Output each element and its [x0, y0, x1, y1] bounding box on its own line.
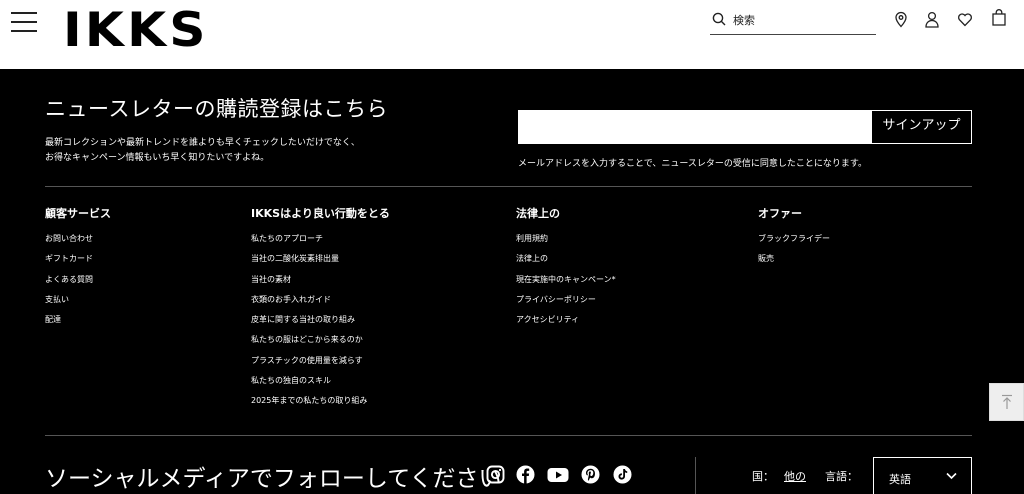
footer-link[interactable]: プラスチックの使用量を減らす [251, 351, 390, 371]
cart-icon[interactable] [991, 9, 1007, 26]
footer-link[interactable]: 2025年までの私たちの取り組み [251, 391, 390, 411]
divider [45, 435, 972, 436]
footer-link[interactable]: 私たちのアプローチ [251, 229, 390, 249]
newsletter-consent: メールアドレスを入力することで、ニュースレターの受信に同意したことになります。 [518, 159, 868, 169]
wishlist-icon[interactable] [957, 11, 973, 28]
instagram-icon[interactable] [486, 465, 505, 484]
account-icon[interactable] [924, 11, 940, 28]
newsletter-description-line: お得なキャンペーン情報もいち早く知りたいですよね。 [45, 153, 270, 163]
search-icon[interactable] [712, 12, 726, 26]
column-title: オファー [758, 207, 802, 220]
country-label: 国： [752, 470, 774, 483]
pinterest-icon[interactable] [581, 465, 600, 484]
footer-link[interactable]: ブラックフライデー [758, 229, 830, 249]
search-input[interactable] [733, 11, 873, 29]
footer-column-legal: 法律上の 利用規約 法律上の 現在実施中のキャンペーン* プライバシーポリシー … [516, 205, 616, 330]
footer-link[interactable]: 現在実施中のキャンペーン* [516, 270, 616, 290]
vertical-divider [695, 457, 696, 494]
newsletter-description: 最新コレクションや最新トレンドを誰よりも早くチェックしたいだけでなく、 お得なキ… [45, 136, 405, 166]
footer-link[interactable]: 当社の素材 [251, 270, 390, 290]
country-selector[interactable]: 他の [784, 468, 806, 484]
footer-link[interactable]: 衣類のお手入れガイド [251, 290, 390, 310]
footer-link[interactable]: 私たちの服はどこから来るのか [251, 330, 390, 350]
language-value: 英語 [889, 473, 911, 486]
footer-link[interactable]: アクセシビリティ [516, 310, 616, 330]
divider [45, 186, 972, 187]
location-icon[interactable] [893, 11, 909, 28]
footer-link[interactable]: 当社の二酸化炭素排出量 [251, 249, 390, 269]
facebook-icon[interactable] [516, 465, 535, 484]
menu-icon[interactable] [11, 12, 37, 33]
footer-link[interactable]: ギフトカード [45, 249, 111, 269]
newsletter-description-line: 最新コレクションや最新トレンドを誰よりも早くチェックしたいだけでなく、 [45, 138, 360, 148]
logo[interactable]: IKKS [63, 3, 209, 59]
footer-link[interactable]: よくある質問 [45, 270, 111, 290]
language-label: 言語： [825, 470, 858, 483]
footer-link[interactable]: 私たちの独自のスキル [251, 371, 390, 391]
column-title: IKKSはより良い行動をとる [251, 207, 390, 220]
newsletter-email-input[interactable] [518, 110, 871, 144]
footer-column-commitments: IKKSはより良い行動をとる 私たちのアプローチ 当社の二酸化炭素排出量 当社の… [251, 205, 390, 412]
footer-link[interactable]: 販売 [758, 249, 830, 269]
column-title: 顧客サービス [45, 207, 111, 220]
social-title: ソーシャルメディアでフォローしてください [45, 466, 502, 492]
site-header: IKKS [0, 0, 1024, 69]
newsletter-title: ニュースレターの購読登録はこちら [45, 97, 388, 121]
signup-button[interactable]: サインアップ [871, 110, 972, 144]
footer-column-customer-service: 顧客サービス お問い合わせ ギフトカード よくある質問 支払い 配達 [45, 205, 111, 330]
back-to-top-button[interactable] [989, 383, 1024, 421]
tiktok-icon[interactable] [613, 465, 632, 484]
site-footer: ニュースレターの購読登録はこちら 最新コレクションや最新トレンドを誰よりも早くチ… [0, 69, 1024, 494]
search-bar [710, 9, 876, 35]
arrow-up-icon [1002, 394, 1012, 409]
chevron-down-icon [946, 472, 957, 480]
footer-link[interactable]: 利用規約 [516, 229, 616, 249]
footer-link[interactable]: 配達 [45, 310, 111, 330]
column-title: 法律上の [516, 207, 560, 220]
footer-link[interactable]: 法律上の [516, 249, 616, 269]
footer-link[interactable]: 皮革に関する当社の取り組み [251, 310, 390, 330]
footer-link[interactable]: プライバシーポリシー [516, 290, 616, 310]
youtube-icon[interactable] [547, 465, 569, 484]
footer-link[interactable]: お問い合わせ [45, 229, 111, 249]
footer-link[interactable]: 支払い [45, 290, 111, 310]
footer-column-offers: オファー ブラックフライデー 販売 [758, 205, 830, 270]
language-select[interactable]: 英語 [873, 457, 972, 494]
